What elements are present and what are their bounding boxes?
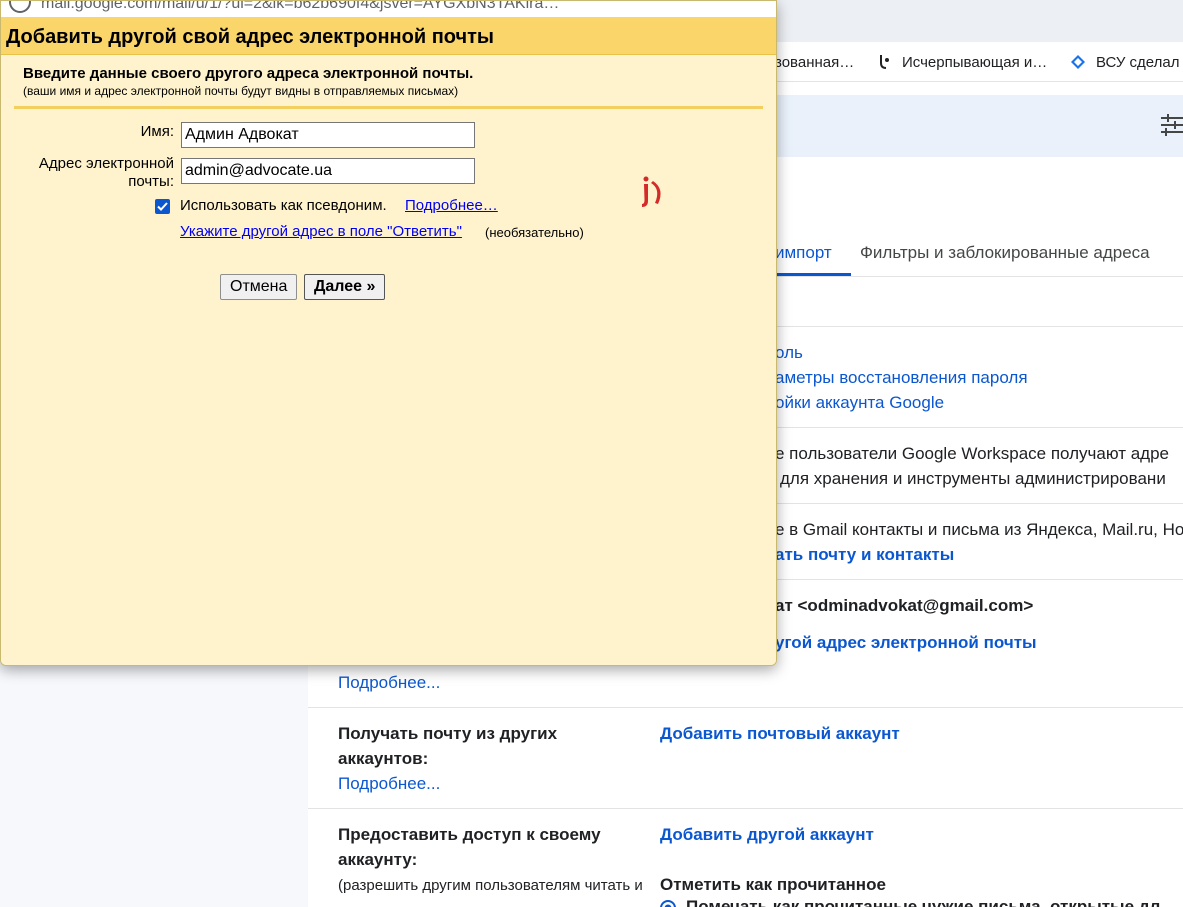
grant-access-label-2: аккаунту: [338, 850, 418, 869]
email-label-line2: почты: [128, 173, 174, 190]
add-email-popup: mail.google.com/mail/u/1/?ui=2&ik=b62b69… [0, 0, 777, 666]
tab-filters[interactable]: Фильтры и заблокированные адреса [860, 243, 1150, 263]
add-another-account-link[interactable]: Добавить другой аккаунт [660, 825, 874, 845]
bookmark-item[interactable]: зованная… [775, 54, 854, 71]
send-as-account: ат <odminadvokat@gmail.com> [775, 596, 1034, 615]
reply-to-link[interactable]: Укажите другой адрес в поле "Ответить" [180, 223, 462, 240]
popup-subheading: (ваши имя и адрес электронной почты буду… [23, 84, 459, 98]
divider [308, 808, 1183, 809]
bookmark-label: зованная… [775, 54, 855, 71]
tab-import[interactable]: импорт [775, 243, 832, 263]
workspace-text-line1: е пользователи Google Workspace получают… [775, 444, 1170, 463]
alias-learn-more-link[interactable]: Подробнее… [405, 197, 498, 214]
email-input[interactable] [181, 158, 475, 184]
bookmark-label: Исчерпывающая и… [902, 54, 1048, 71]
receive-mail-label: Получать почту из других [338, 724, 558, 743]
popup-divider [14, 106, 763, 109]
next-button[interactable]: Далее » [304, 274, 386, 300]
name-label: Имя: [140, 123, 174, 140]
bookmark-label: ВСУ сделал в [1096, 54, 1183, 71]
popup-heading: Введите данные своего другого адреса эле… [23, 65, 474, 82]
mark-as-read-option-label: Помечать как прочитанные чужие письма, о… [686, 897, 1161, 907]
name-input[interactable] [181, 122, 475, 148]
bookmark-favicon-icon [1071, 55, 1085, 69]
popup-address-bar: mail.google.com/mail/u/1/?ui=2&ik=b62b69… [1, 1, 776, 17]
mark-as-read-radio[interactable] [660, 900, 676, 907]
import-mail-contacts-link[interactable]: ать почту и контакты [775, 545, 954, 565]
reply-to-optional-note: (необязательно) [485, 225, 584, 240]
import-text: е в Gmail контакты и письма из Яндекса, … [775, 520, 1183, 539]
receive-mail-learn-more-link[interactable]: Подробнее... [338, 774, 440, 794]
grant-access-label: Предоставить доступ к своему [338, 825, 601, 844]
popup-title-bar: Добавить другой свой адрес электронной п… [1, 17, 776, 55]
add-mail-account-link[interactable]: Добавить почтовый аккаунт [660, 724, 900, 744]
google-account-settings-link[interactable]: ойки аккаунта Google [775, 393, 944, 413]
divider [308, 707, 1183, 708]
popup-title: Добавить другой свой адрес электронной п… [6, 26, 494, 48]
bookmark-favicon-icon [880, 55, 889, 69]
grant-access-note: (разрешить другим пользователям читать и [338, 877, 643, 894]
email-label-line1: Адрес электронной [38, 155, 174, 172]
extension-logo-icon [642, 176, 661, 207]
popup-body: Введите данные своего другого адреса эле… [1, 55, 776, 665]
bookmark-item[interactable]: ВСУ сделал в [1070, 54, 1183, 71]
cancel-button[interactable]: Отмена [220, 274, 298, 300]
add-another-email-link[interactable]: угой адрес электронной почты [775, 633, 1037, 653]
search-options-icon[interactable] [1158, 113, 1183, 137]
mark-as-read-title: Отметить как прочитанное [660, 875, 886, 894]
recovery-options-link[interactable]: аметры восстановления пароля [775, 368, 1028, 388]
change-password-link[interactable]: оль [775, 343, 803, 363]
alias-label: Использовать как псевдоним. [180, 197, 387, 214]
alias-checkbox[interactable] [155, 199, 170, 214]
send-as-learn-more-link[interactable]: Подробнее... [338, 673, 440, 693]
receive-mail-label-2: аккаунтов: [338, 749, 429, 768]
workspace-text-line2: для хранения и инструменты администриров… [780, 469, 1166, 488]
checkmark-icon [157, 202, 168, 211]
popup-url-text: mail.google.com/mail/u/1/?ui=2&ik=b62b69… [41, 1, 560, 12]
bookmark-item[interactable]: Исчерпывающая и… [876, 54, 1047, 71]
site-info-icon[interactable] [9, 1, 31, 13]
